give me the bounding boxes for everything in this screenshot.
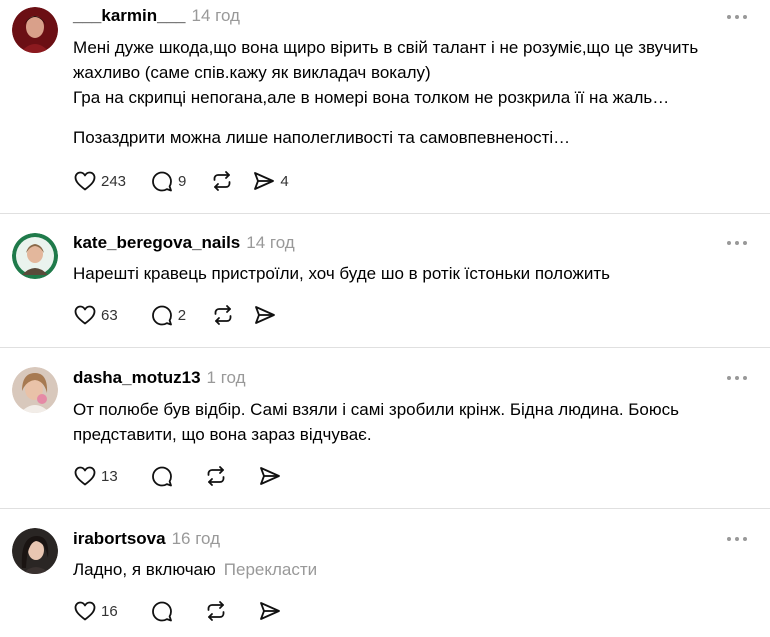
comment-paragraph: От полюбе був відбір. Самі взяли і самі … <box>73 400 679 444</box>
more-options-icon[interactable] <box>727 371 749 385</box>
repost-icon <box>214 305 232 325</box>
timestamp[interactable]: 14 год <box>191 6 239 25</box>
reply-button[interactable]: 2 <box>150 303 186 327</box>
comment-paragraph: Мені дуже шкода,що вона щиро вірить в св… <box>73 38 699 82</box>
share-button[interactable]: 4 <box>252 169 289 193</box>
like-button[interactable]: 63 <box>73 303 118 327</box>
send-icon <box>259 467 280 485</box>
share-button[interactable] <box>258 599 282 623</box>
repost-icon <box>213 171 231 191</box>
repost-button[interactable] <box>211 303 235 327</box>
timestamp[interactable]: 1 год <box>207 368 246 387</box>
comment-text: От полюбе був відбір. Самі взяли і самі … <box>73 397 763 447</box>
divider <box>0 213 770 214</box>
comment-paragraph: Ладно, я включаю <box>73 560 216 579</box>
like-count: 63 <box>101 306 118 324</box>
heart-icon <box>74 601 96 621</box>
reply-button[interactable] <box>150 464 174 488</box>
heart-icon <box>74 305 96 325</box>
comment-paragraph: Гра на скрипці непогана,але в номері вон… <box>73 88 670 107</box>
more-options-icon[interactable] <box>727 532 749 546</box>
comment-header: ___karmin___ 14 год <box>73 6 240 26</box>
reply-count: 9 <box>178 172 187 190</box>
comment-text: Ладно, я включаю Перекласти <box>73 557 763 582</box>
timestamp[interactable]: 16 год <box>172 529 220 548</box>
more-options-icon[interactable] <box>727 236 749 250</box>
timestamp[interactable]: 14 год <box>246 233 294 252</box>
comment-header: dasha_motuz13 1 год <box>73 368 246 388</box>
share-button[interactable] <box>253 303 277 327</box>
like-count: 16 <box>101 602 118 620</box>
comment-icon <box>151 466 172 487</box>
avatar[interactable] <box>12 528 58 574</box>
action-bar: 63 2 <box>73 302 277 328</box>
like-button[interactable]: 243 <box>73 169 126 193</box>
username[interactable]: ___karmin___ <box>73 6 185 25</box>
username[interactable]: dasha_motuz13 <box>73 368 201 387</box>
action-bar: 16 <box>73 598 282 624</box>
comment-icon <box>152 171 172 192</box>
repost-button[interactable] <box>210 169 234 193</box>
reply-button[interactable]: 9 <box>150 169 186 193</box>
send-icon <box>259 602 280 620</box>
translate-link[interactable]: Перекласти <box>224 560 317 579</box>
repost-button[interactable] <box>204 599 228 623</box>
divider <box>0 347 770 348</box>
heart-icon <box>74 171 96 191</box>
avatar[interactable] <box>12 233 58 279</box>
heart-icon <box>74 466 96 486</box>
action-bar: 13 <box>73 463 282 489</box>
comment-text: Нарешті кравець пристроїли, хоч буде шо … <box>73 261 763 286</box>
action-bar: 243 9 4 <box>73 168 289 194</box>
repost-button[interactable] <box>204 464 228 488</box>
send-icon <box>255 306 275 324</box>
like-count: 243 <box>101 172 127 190</box>
repost-icon <box>207 466 225 486</box>
like-button[interactable]: 16 <box>73 599 118 623</box>
reply-button[interactable] <box>150 599 174 623</box>
divider <box>0 508 770 509</box>
send-icon <box>254 172 275 190</box>
repost-icon <box>207 601 225 621</box>
comment-text: Мені дуже шкода,що вона щиро вірить в св… <box>73 35 763 150</box>
comment-icon <box>151 305 172 326</box>
username[interactable]: kate_beregova_nails <box>73 233 240 252</box>
comment-paragraph: Нарешті кравець пристроїли, хоч буде шо … <box>73 264 611 283</box>
share-button[interactable] <box>258 464 282 488</box>
comment-header: irabortsova 16 год <box>73 529 220 549</box>
more-options-icon[interactable] <box>727 10 749 24</box>
comment-paragraph: Позаздрити можна лише наполегливості та … <box>73 128 571 147</box>
reply-count: 2 <box>177 306 187 324</box>
like-button[interactable]: 13 <box>73 464 118 488</box>
comment-header: kate_beregova_nails 14 год <box>73 233 295 253</box>
share-count: 4 <box>280 172 289 190</box>
avatar[interactable] <box>12 7 58 53</box>
comment-icon <box>151 601 172 622</box>
username[interactable]: irabortsova <box>73 529 166 548</box>
avatar[interactable] <box>12 367 58 413</box>
like-count: 13 <box>101 467 118 485</box>
